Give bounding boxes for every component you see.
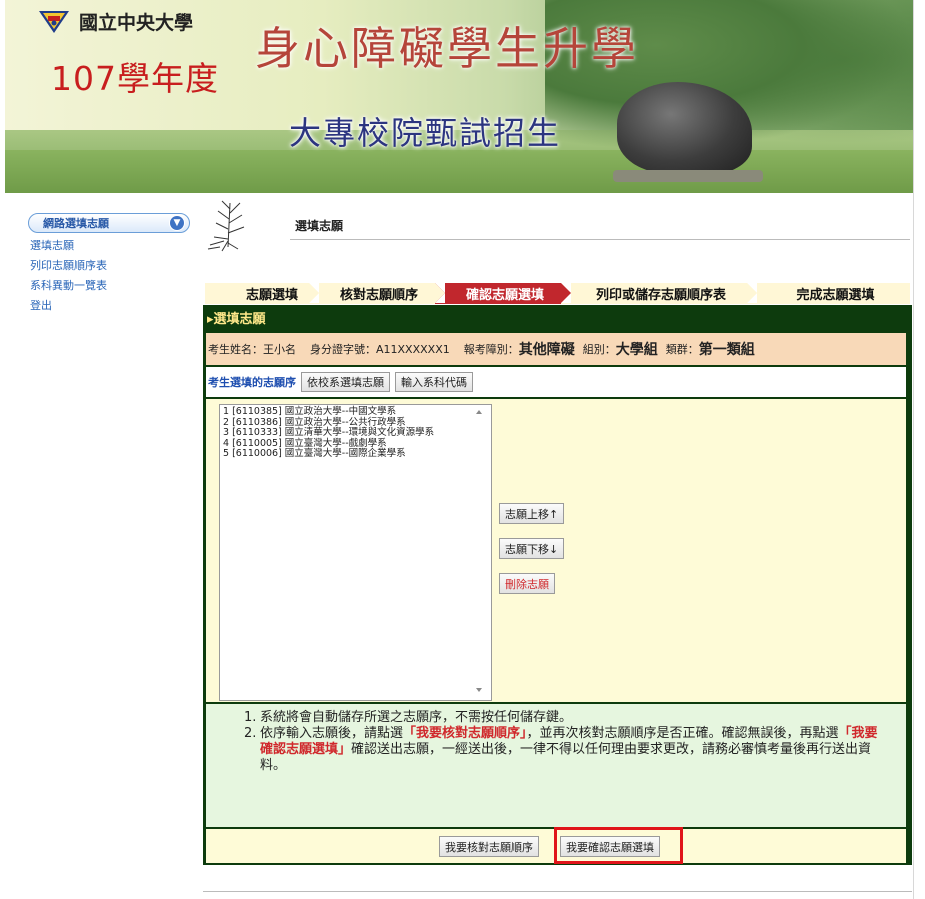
choice-work-area: 1 [6110385] 國立政治大學--中國文學系 2 [6110386] 國立… [206,399,906,702]
footer-divider [203,891,912,892]
instructions: 1. 系統將會自動儲存所選之志願序，不需按任何儲存鍵。 2. 依序輸入志願後，請… [206,704,906,827]
step-label: 列印或儲存志願順序表 [595,288,726,303]
choice-toolbar: 考生選填的志願序 依校系選填志願 輸入系科代碼 [206,367,906,397]
check-order-button[interactable]: 我要核對志願順序 [439,836,539,857]
chevron-down-icon[interactable]: ▼ [169,215,185,231]
instruction-number: 2. [244,726,257,741]
banner-pedestal [613,170,763,182]
group-value: 大學組 [615,342,658,358]
name-label: 考生姓名： [208,343,263,356]
applicant-info: 考生姓名： 王小名 身分證字號： A11XXXXXX1 報考障別： 其他障礙 組… [206,333,906,365]
header-banner: 國立中央大學 107學年度 身心障礙學生升學 大專校院甄試招生 [5,0,913,193]
delete-choice-button[interactable]: 刪除志願 [499,573,555,594]
step-arrow [309,283,319,303]
step-select-choices: 志願選填 [205,283,319,304]
check-order-highlight: 「我要核對志願順序」 [403,726,527,741]
step-complete: 完成志願選填 [747,283,910,304]
choice-listbox[interactable]: 1 [6110385] 國立政治大學--中國文學系 2 [6110386] 國立… [219,404,492,701]
university-logo: 國立中央大學 [37,8,193,35]
step-label: 核對志願順序 [339,288,418,303]
category-label: 報考障別： [463,343,519,356]
step-label: 確認志願選填 [465,288,544,303]
instruction-1: 1. 系統將會自動儲存所選之志願序，不需按任何儲存鍵。 [244,710,906,726]
instruction-text: 系統將會自動儲存所選之志願序，不需按任何儲存鍵。 [260,710,573,725]
move-down-button[interactable]: 志願下移↓ [499,538,565,559]
progress-steps: 志願選填 核對志願順序 確認志願選填 列印或儲存志願順序表 完成志願選填 [205,283,910,304]
banner-title: 身心障礙學生升學 [255,22,640,75]
sidebar-link-logout[interactable]: 登出 [30,299,190,313]
instruction-text: 依序輸入志願後，請點選「我要核對志願順序」，並再次核對志願順序是否正確。確認無誤… [260,726,878,773]
sidebar-link-print-order[interactable]: 列印志願順序表 [30,259,190,273]
move-up-button[interactable]: 志願上移↑ [499,503,565,524]
university-emblem-icon [39,10,69,33]
page-header: 選填志願 [200,195,912,257]
scroll-down-icon[interactable] [476,688,482,692]
list-item[interactable]: 3 [6110333] 國立清華大學--環境與文化資源學系 [223,427,488,439]
panel-title: ▸選填志願 [207,312,266,327]
action-bar: 我要核對志願順序 我要確認志願選填 [206,827,906,864]
instruction-number: 1. [244,710,257,725]
step-arrow [561,283,571,303]
step-label: 志願選填 [245,288,298,303]
list-item[interactable]: 1 [6110385] 國立政治大學--中國文學系 [223,406,488,418]
step-arrow [747,283,757,303]
step-verify-order: 核對志願順序 [309,283,445,304]
banner-subtitle: 大專校院甄試招生 [289,114,562,152]
highlight-box [554,827,683,864]
step-print-order: 列印或儲存志願順序表 [561,283,757,304]
page-title: 選填志願 [295,219,344,233]
name-value: 王小名 [263,343,296,356]
sidebar-header-label: 網路選填志願 [43,217,109,230]
sidebar-link-dept-changes[interactable]: 系科異動一覽表 [30,279,190,293]
cluster-label: 類群： [665,343,699,356]
enter-dept-code-button[interactable]: 輸入系科代碼 [395,372,473,392]
group-label: 組別： [582,343,616,356]
scroll-up-icon[interactable] [476,410,482,414]
choice-panel: ▸選填志願 考生姓名： 王小名 身分證字號： A11XXXXXX1 報考障別： … [203,305,912,865]
frame-border [913,0,914,899]
step-arrow [435,283,445,303]
cluster-value: 第一類組 [698,342,755,358]
id-label: 身分證字號： [310,343,376,356]
step-confirm-choices: 確認志願選填 [435,283,571,304]
sidebar-menu-header[interactable]: 網路選填志願 ▼ [28,213,190,233]
step-label: 完成志願選填 [796,288,875,303]
academic-year: 107學年度 [51,59,219,98]
title-divider [290,239,910,240]
instruction-2: 2. 依序輸入志願後，請點選「我要核對志願順序」，並再次核對志願順序是否正確。確… [244,726,906,774]
choice-order-label: 考生選填的志願序 [208,376,296,389]
university-name: 國立中央大學 [79,12,194,34]
category-value: 其他障礙 [518,342,575,358]
plant-icon [207,200,245,252]
sidebar: 網路選填志願 ▼ 選填志願 列印志願順序表 系科異動一覽表 登出 [28,213,190,313]
id-value: A11XXXXXX1 [376,342,450,356]
select-by-school-button[interactable]: 依校系選填志願 [301,372,390,392]
sidebar-link-fill-choices[interactable]: 選填志願 [30,239,190,253]
list-item[interactable]: 5 [6110006] 國立臺灣大學--國際企業學系 [223,448,488,460]
banner-lawn [5,150,913,193]
